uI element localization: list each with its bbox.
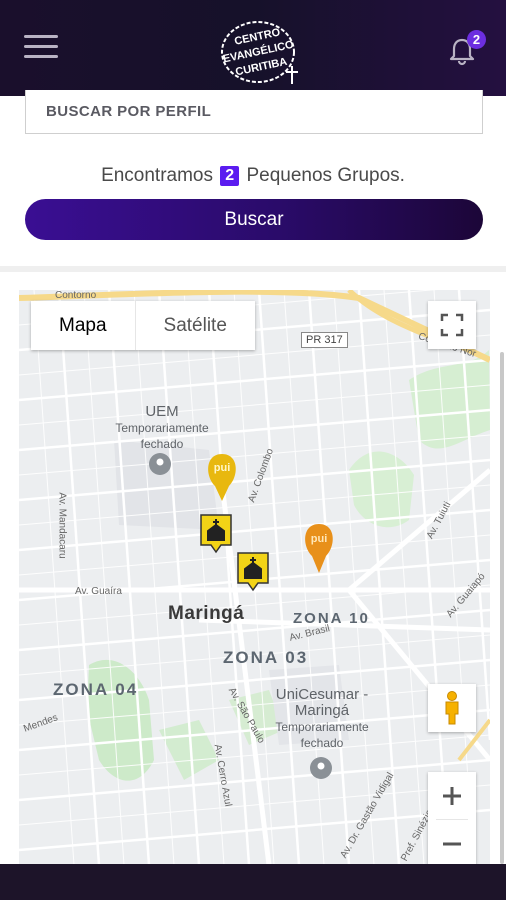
uem-poi-name: UEM [145,403,179,420]
app-screen: CENTRO EVANGÉLICO CURITIBA 2 Encontramos… [0,0,506,900]
zone-label: ZONA 10 [293,610,370,627]
notification-badge: 2 [467,30,486,49]
unicesumar-poi-icon[interactable] [310,757,332,779]
fullscreen-button[interactable] [428,301,476,349]
menu-icon[interactable] [24,33,58,61]
profile-search-field[interactable] [25,90,483,134]
svg-text:pui: pui [214,462,231,474]
minus-icon [443,842,461,846]
app-header: CENTRO EVANGÉLICO CURITIBA 2 [0,0,506,96]
buscar-button[interactable]: Buscar [25,199,483,240]
results-prefix: Encontramos [101,165,214,186]
street-view-button[interactable] [428,684,476,732]
city-label: Maringá [168,603,245,624]
zone-label: ZONA 04 [53,680,139,699]
map-type-satelite[interactable]: Satélite [134,301,255,350]
svg-text:pui: pui [311,533,328,545]
unicesumar-poi-name: UniCesumar - Maringá [275,686,369,719]
map-type-control: Mapa Satélite [31,301,255,350]
pegman-icon [445,691,459,725]
fullscreen-icon [440,313,464,337]
uem-poi-label: UEM Temporariamente fechado [107,404,217,452]
page-scrollbar[interactable] [500,352,504,864]
road-shield-label: PR 317 [301,332,348,348]
unicesumar-poi-label: UniCesumar - Maringá Temporariamente fec… [267,687,377,751]
groups-map[interactable]: pui pui PR 317 Contorno Contorno Nor Av.… [19,290,490,865]
plus-icon [443,787,461,805]
results-summary: Encontramos 2 Pequenos Grupos. [0,165,506,187]
results-suffix: Pequenos Grupos. [246,165,405,186]
profile-search-input[interactable] [46,90,466,132]
church-logo: CENTRO EVANGÉLICO CURITIBA [221,21,298,84]
bottom-bar [0,864,506,900]
uem-poi-icon[interactable] [149,453,171,475]
section-divider [0,266,506,272]
street-label: Av. Guaíra [75,586,122,597]
results-count-badge: 2 [220,166,240,186]
map-tiles[interactable]: pui pui [19,290,490,865]
zoom-in-button[interactable] [428,772,476,820]
street-label: Contorno [55,290,97,301]
zoom-out-button[interactable] [428,820,476,865]
unicesumar-poi-status: Temporariamente fechado [275,720,369,750]
street-label: Av. Mandacaru [56,492,68,559]
zone-label: ZONA 03 [223,648,309,667]
zoom-control [428,772,476,865]
uem-poi-status: Temporariamente fechado [115,421,209,451]
map-type-mapa[interactable]: Mapa [31,301,135,350]
